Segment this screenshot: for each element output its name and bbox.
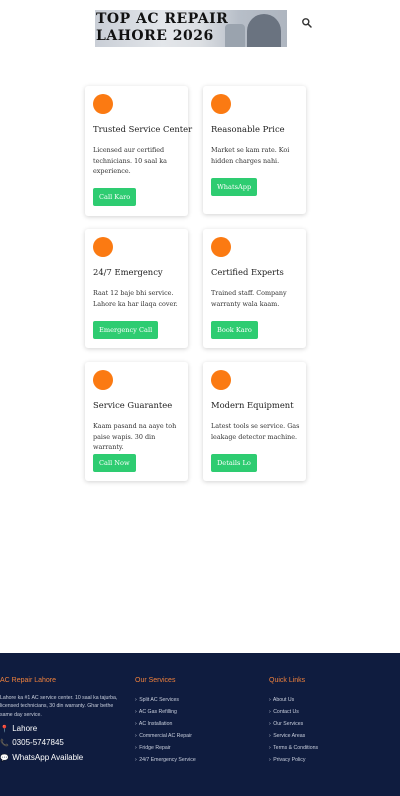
chevron-right-icon: › — [269, 709, 271, 716]
feature-description: Trained staff. Company warranty wala kaa… — [211, 289, 287, 308]
chevron-right-icon: › — [135, 697, 137, 703]
feature-icon — [93, 94, 113, 114]
location-pin-icon: 📍 — [0, 725, 9, 733]
footer-quick-link[interactable]: › Terms & Conditions — [269, 742, 318, 754]
footer-service-link[interactable]: › Commercial AC Repair — [135, 730, 196, 742]
feature-icon — [93, 370, 113, 390]
feature-title: 24/7 Emergency — [93, 267, 163, 277]
footer-services-heading: Our Services — [135, 677, 176, 684]
footer-about: AC Repair Lahore Lahore ka #1 AC service… — [0, 677, 125, 765]
footer-link-label[interactable]: Terms & Conditions — [273, 745, 318, 751]
feature-description: Latest tools se service. Gas leakage det… — [211, 422, 300, 441]
footer-services: Our Services › Split AC Services › AC Ga… — [135, 677, 196, 767]
footer-about-heading: AC Repair Lahore — [0, 677, 57, 684]
feature-title: Trusted Service Center — [93, 124, 193, 134]
footer-link-label[interactable]: 24/7 Emergency Service — [139, 757, 196, 763]
footer-quick-links: Quick Links › About Us › Contact Us › Ou… — [269, 677, 318, 767]
phone-icon: 📞 — [0, 740, 9, 748]
footer-location-text: Lahore — [12, 723, 38, 733]
feature-icon — [211, 237, 231, 257]
page-title: TOP AC REPAIR LAHORE 2026 — [96, 11, 229, 44]
footer-link-label[interactable]: Commercial AC Repair — [139, 733, 192, 739]
search-button[interactable] — [301, 14, 313, 28]
footer-phone-text[interactable]: 0305-5747845 — [12, 738, 64, 747]
feature-description: Raat 12 baje bhi service. Lahore ka har … — [93, 289, 178, 308]
feature-card-equipment: Modern Equipment Latest tools se service… — [203, 362, 306, 481]
chevron-right-icon: › — [135, 757, 137, 764]
footer-link-label[interactable]: Service Areas — [273, 733, 305, 739]
footer-service-link[interactable]: › AC Gas Refilling — [135, 706, 196, 718]
feature-icon — [93, 237, 113, 257]
feature-description: Market se kam rate. Koi hidden charges n… — [211, 146, 290, 165]
footer-quick-links-heading: Quick Links — [269, 677, 306, 684]
call-karo-button[interactable]: Call Karo — [93, 188, 137, 206]
footer-link-label[interactable]: Fridge Repair — [139, 745, 170, 751]
search-icon — [302, 18, 312, 28]
footer-service-link[interactable]: › Split AC Services — [135, 694, 196, 706]
footer-whatsapp-text[interactable]: WhatsApp Available — [12, 753, 83, 762]
feature-card-emergency: 24/7 Emergency Raat 12 baje bhi service.… — [85, 229, 188, 348]
emergency-call-button[interactable]: Emergency Call — [93, 321, 159, 339]
footer-link-label[interactable]: AC Gas Refilling — [139, 709, 177, 715]
footer-whatsapp[interactable]: 💬 WhatsApp Available — [0, 751, 125, 766]
chevron-right-icon: › — [135, 709, 137, 716]
site-footer: AC Repair Lahore Lahore ka #1 AC service… — [0, 653, 400, 796]
feature-title: Modern Equipment — [211, 400, 294, 410]
footer-link-label[interactable]: About Us — [273, 697, 294, 703]
footer-link-label[interactable]: Our Services — [273, 721, 303, 727]
footer-service-link[interactable]: › AC Installation — [135, 718, 196, 730]
feature-title: Service Guarantee — [93, 400, 173, 410]
call-now-button[interactable]: Call Now — [93, 454, 136, 472]
feature-card-experts: Certified Experts Trained staff. Company… — [203, 229, 306, 348]
feature-card-price: Reasonable Price Market se kam rate. Koi… — [203, 86, 306, 214]
feature-card-guarantee: Service Guarantee Kaam pasand na aaye to… — [85, 362, 188, 481]
feature-card-trusted: Trusted Service Center Licensed aur cert… — [85, 86, 193, 216]
footer-quick-link[interactable]: › Our Services — [269, 718, 318, 730]
footer-about-text: Lahore ka #1 AC service center. 10 saal … — [0, 695, 118, 718]
chat-bubble-icon: 💬 — [0, 754, 9, 762]
footer-quick-link[interactable]: › Contact Us — [269, 706, 318, 718]
chevron-right-icon: › — [269, 733, 271, 740]
footer-phone[interactable]: 📞 0305-5747845 — [0, 736, 125, 751]
footer-link-label[interactable]: Contact Us — [273, 709, 299, 715]
footer-quick-link[interactable]: › Service Areas — [269, 730, 318, 742]
hero-banner: TOP AC REPAIR LAHORE 2026 — [95, 10, 287, 47]
footer-service-link[interactable]: › Fridge Repair — [135, 742, 196, 754]
chevron-right-icon: › — [269, 721, 271, 728]
feature-description: Licensed aur certified technicians. 10 s… — [93, 146, 167, 175]
chevron-right-icon: › — [269, 745, 271, 752]
feature-description: Kaam pasand na aaye toh paise wapis. 30 … — [93, 422, 177, 451]
footer-link-label[interactable]: Split AC Services — [139, 697, 179, 703]
footer-service-link[interactable]: › 24/7 Emergency Service — [135, 754, 196, 766]
footer-quick-link[interactable]: › Privacy Policy — [269, 754, 318, 766]
chevron-right-icon: › — [135, 733, 137, 740]
chevron-right-icon: › — [135, 721, 137, 728]
feature-icon — [211, 370, 231, 390]
footer-quick-link[interactable]: › About Us — [269, 694, 318, 706]
book-karo-button[interactable]: Book Karo — [211, 321, 258, 339]
feature-title: Certified Experts — [211, 267, 284, 277]
footer-location: 📍 Lahore — [0, 722, 125, 737]
feature-icon — [211, 94, 231, 114]
footer-link-label[interactable]: AC Installation — [139, 721, 172, 727]
footer-link-label[interactable]: Privacy Policy — [273, 757, 305, 763]
site-header: TOP AC REPAIR LAHORE 2026 — [0, 0, 400, 60]
whatsapp-button[interactable]: WhatsApp — [211, 178, 258, 196]
chevron-right-icon: › — [269, 757, 271, 764]
chevron-right-icon: › — [269, 697, 271, 703]
details-lo-button[interactable]: Details Lo — [211, 454, 257, 472]
feature-title: Reasonable Price — [211, 124, 285, 134]
chevron-right-icon: › — [135, 745, 137, 752]
